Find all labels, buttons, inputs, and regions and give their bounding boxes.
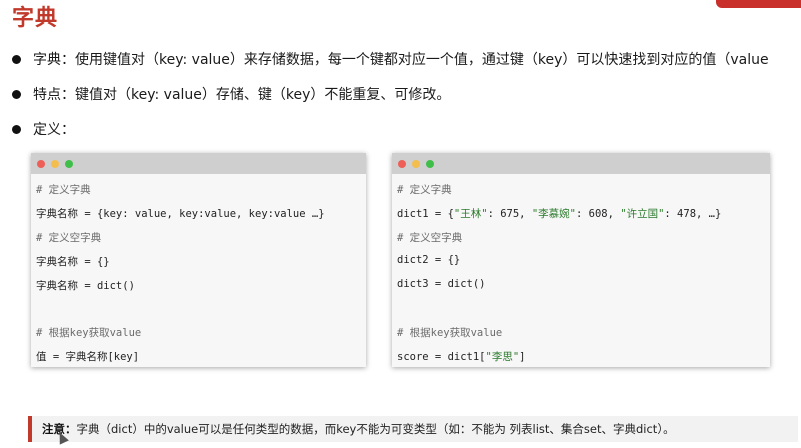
corner-tab	[716, 0, 801, 8]
note-callout: 注意： 字典（dict）中的value可以是任何类型的数据，而key不能为可变类…	[28, 416, 798, 442]
code-window-example: # 定义字典 dict1 = {"王林": 675, "李慕婉": 608, "…	[392, 153, 770, 367]
code-line: dict3 = dict()	[397, 278, 486, 290]
page-title: 字典	[12, 6, 59, 31]
bullet-definition: 字典：使用键值对（key: value）来存储数据，每一个键都对应一个值，通过键…	[12, 48, 769, 70]
code-text: dict1 = {	[397, 208, 454, 220]
code-text: : 608,	[575, 208, 621, 220]
code-text: : 675,	[487, 208, 532, 220]
code-comment: # 定义字典	[397, 184, 452, 196]
bullet-define: 定义：	[12, 118, 75, 140]
close-dot-icon	[37, 159, 45, 168]
code-text: : 478, …}	[664, 208, 722, 220]
code-line: dict1 = {"王林": 675, "李慕婉": 608, "许立国": 4…	[397, 206, 721, 221]
code-line: 字典名称 = {}	[36, 256, 110, 268]
bullet-dot-icon	[12, 124, 21, 134]
bullet-dot-icon	[12, 54, 21, 64]
maximize-dot-icon	[65, 159, 73, 168]
code-window-generic: # 定义字典 字典名称 = {key: value, key:value, ke…	[31, 153, 366, 367]
bullet-features: 特点：键值对（key: value）存储、键（key）不能重复、可修改。	[12, 83, 450, 105]
bullet-text: 特点：键值对（key: value）存储、键（key）不能重复、可修改。	[33, 87, 451, 103]
code-string: "李慕婉"	[531, 208, 576, 220]
code-line: dict2 = {}	[397, 254, 461, 266]
code-line: score = dict1["李思"]	[397, 349, 526, 364]
minimize-dot-icon	[412, 159, 420, 168]
note-text: 字典（dict）中的value可以是任何类型的数据，而key不能为可变类型（如：…	[76, 422, 675, 436]
bullet-text: 字典：使用键值对（key: value）来存储数据，每一个键都对应一个值，通过键…	[33, 52, 769, 68]
code-text: score = dict1[	[397, 351, 486, 363]
code-comment: # 根据key获取value	[397, 327, 503, 339]
code-text: ]	[519, 351, 526, 363]
code-comment: # 定义空字典	[36, 232, 102, 244]
code-comment: # 定义字典	[36, 184, 91, 196]
window-titlebar	[31, 153, 366, 174]
maximize-dot-icon	[426, 159, 434, 168]
code-comment: # 根据key获取value	[36, 327, 142, 339]
window-titlebar	[392, 153, 770, 174]
code-line: 字典名称 = dict()	[36, 280, 135, 292]
code-line: 字典名称 = {key: value, key:value, key:value…	[36, 208, 325, 220]
code-string: "李思"	[485, 351, 520, 363]
close-dot-icon	[398, 159, 406, 168]
minimize-dot-icon	[51, 159, 59, 168]
code-line: 值 = 字典名称[key]	[36, 351, 140, 363]
code-string: "许立国"	[620, 208, 665, 220]
bullet-text: 定义：	[33, 122, 75, 138]
code-comment: # 定义空字典	[397, 232, 463, 244]
bullet-dot-icon	[12, 89, 21, 99]
code-string: "王林"	[453, 208, 488, 220]
